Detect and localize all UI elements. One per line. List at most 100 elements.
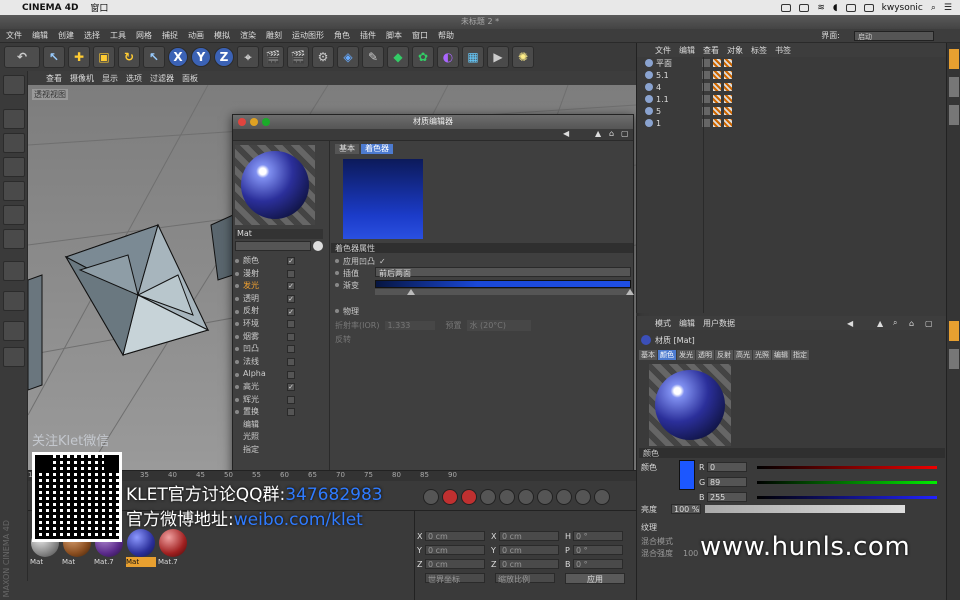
material-tag-icon[interactable] [713, 95, 721, 103]
channel-environment[interactable]: 环境 [235, 318, 327, 331]
menu-item[interactable]: 捕捉 [162, 30, 178, 41]
red-slider[interactable] [757, 465, 937, 469]
gradient-knob[interactable] [626, 289, 634, 295]
menu-item[interactable]: 插件 [360, 30, 376, 41]
blue-field[interactable]: 255 [707, 492, 747, 502]
channel-glow[interactable]: 辉光 [235, 394, 327, 407]
brightness-field[interactable]: 100 % [671, 504, 701, 514]
render-view-icon[interactable]: 🎬 [262, 46, 284, 68]
param-key-icon[interactable] [556, 489, 572, 505]
channel-displacement[interactable]: 置换 [235, 406, 327, 419]
attr-tab[interactable]: 颜色 [658, 350, 676, 360]
color-swatch[interactable] [679, 460, 695, 490]
viewport-menu-item[interactable]: 显示 [102, 73, 118, 84]
attr-tab[interactable]: 光照 [753, 350, 771, 360]
shader-section-header[interactable]: 着色器属性 [331, 243, 633, 253]
objmgr-menu-item[interactable]: 查看 [703, 45, 719, 56]
search-icon[interactable] [313, 241, 323, 251]
close-icon[interactable] [238, 118, 246, 126]
interface-dropdown[interactable]: 启动 [854, 30, 934, 41]
apply-bump-checkbox[interactable]: ✓ [379, 257, 386, 266]
deformer-icon[interactable]: ◐ [437, 46, 459, 68]
object-row[interactable]: 1 [637, 117, 947, 129]
mix-strength-field[interactable]: 100 [683, 548, 698, 558]
autokey-icon[interactable] [461, 489, 477, 505]
content-browser-side-tab[interactable] [949, 77, 959, 97]
zoom-icon[interactable] [262, 118, 270, 126]
lock-icon[interactable]: ⌂ [909, 319, 914, 328]
world-coords-dropdown[interactable]: 世界坐标 [425, 573, 485, 584]
channel-normal[interactable]: 法线 [235, 356, 327, 369]
axis-y-button[interactable]: Y [191, 47, 211, 67]
move-key-icon[interactable] [499, 489, 515, 505]
blue-slider[interactable] [757, 495, 937, 499]
material-name-field[interactable]: Mat [235, 229, 323, 239]
snap-icon[interactable] [3, 291, 25, 311]
grid-lock-icon[interactable] [3, 321, 25, 341]
structure-side-tab[interactable] [949, 105, 959, 125]
menu-item[interactable]: 动画 [188, 30, 204, 41]
attr-tab[interactable]: 基本 [639, 350, 657, 360]
scale-tool-icon[interactable]: ▣ [93, 46, 115, 68]
material-tag-icon[interactable] [724, 71, 732, 79]
menu-item[interactable]: 窗口 [412, 30, 428, 41]
floor-icon[interactable]: ▦ [462, 46, 484, 68]
channel-illumination[interactable]: 光照 [235, 431, 327, 444]
go-to-end-icon[interactable] [423, 489, 439, 505]
coord-field[interactable]: 0 cm [499, 531, 559, 541]
move-tool-icon[interactable]: ✚ [68, 46, 90, 68]
menu-item[interactable]: 网格 [136, 30, 152, 41]
coord-field[interactable]: 0 cm [499, 545, 559, 555]
back-arrow-icon[interactable]: ◀ [847, 319, 853, 328]
objmgr-menu-item[interactable]: 标签 [751, 45, 767, 56]
rotate-tool-icon[interactable]: ↻ [118, 46, 140, 68]
status-icon[interactable] [799, 3, 810, 12]
gradient-knob[interactable] [407, 289, 415, 295]
lock-icon[interactable]: ⌂ [609, 129, 614, 138]
coord-field[interactable]: 0 cm [425, 531, 485, 541]
attr-menu-item[interactable]: 编辑 [679, 318, 695, 329]
menu-item[interactable]: 帮助 [438, 30, 454, 41]
menu-item[interactable]: 创建 [58, 30, 74, 41]
green-field[interactable]: 89 [707, 477, 747, 487]
coord-system-icon[interactable]: ⌖ [237, 46, 259, 68]
channel-checkbox[interactable]: ✓ [287, 383, 295, 392]
volume-icon[interactable]: ◖ [833, 3, 838, 13]
material-tag-icon[interactable] [724, 119, 732, 127]
channel-search-input[interactable] [235, 241, 311, 251]
model-mode-icon[interactable] [3, 109, 25, 129]
coord-field[interactable]: 0 ° [573, 559, 623, 569]
new-window-icon[interactable]: ▢ [925, 319, 933, 328]
material-tag-icon[interactable] [724, 95, 732, 103]
menu-item[interactable]: 文件 [6, 30, 22, 41]
coord-field[interactable]: 0 cm [499, 559, 559, 569]
back-arrow-icon[interactable]: ◀ [563, 129, 569, 138]
channel-diffuse[interactable]: 漫射 [235, 268, 327, 281]
object-row[interactable]: 5.1 [637, 69, 947, 81]
menu-item[interactable]: 运动图形 [292, 30, 324, 41]
layers-side-tab[interactable] [949, 349, 959, 369]
list-icon[interactable]: ☰ [944, 3, 952, 13]
channel-checkbox[interactable]: ✓ [287, 295, 295, 304]
objects-side-tab[interactable] [949, 49, 959, 69]
undo-button[interactable]: ↶ [4, 46, 40, 68]
menu-item[interactable]: 角色 [334, 30, 350, 41]
attr-tab[interactable]: 高光 [734, 350, 752, 360]
material-tag-icon[interactable] [724, 59, 732, 67]
coord-field[interactable]: 0 cm [425, 559, 485, 569]
channel-checkbox[interactable] [287, 332, 295, 341]
axis-x-button[interactable]: X [168, 47, 188, 67]
material-tag-icon[interactable] [713, 71, 721, 79]
render-settings-icon[interactable]: ⚙ [312, 46, 334, 68]
material-tag-icon[interactable] [713, 83, 721, 91]
menu-item[interactable]: 工具 [110, 30, 126, 41]
channel-luminance[interactable]: 发光 ✓ [235, 280, 327, 293]
attributes-side-tab[interactable] [949, 321, 959, 341]
attr-menu-item[interactable]: 模式 [655, 318, 671, 329]
gradient-bar[interactable] [375, 280, 631, 288]
channel-specular[interactable]: 高光 ✓ [235, 381, 327, 394]
material-tag-icon[interactable] [713, 59, 721, 67]
coord-field[interactable]: 0 ° [573, 545, 623, 555]
points-mode-icon[interactable] [3, 181, 25, 201]
user-name[interactable]: kwysonic [882, 3, 923, 13]
